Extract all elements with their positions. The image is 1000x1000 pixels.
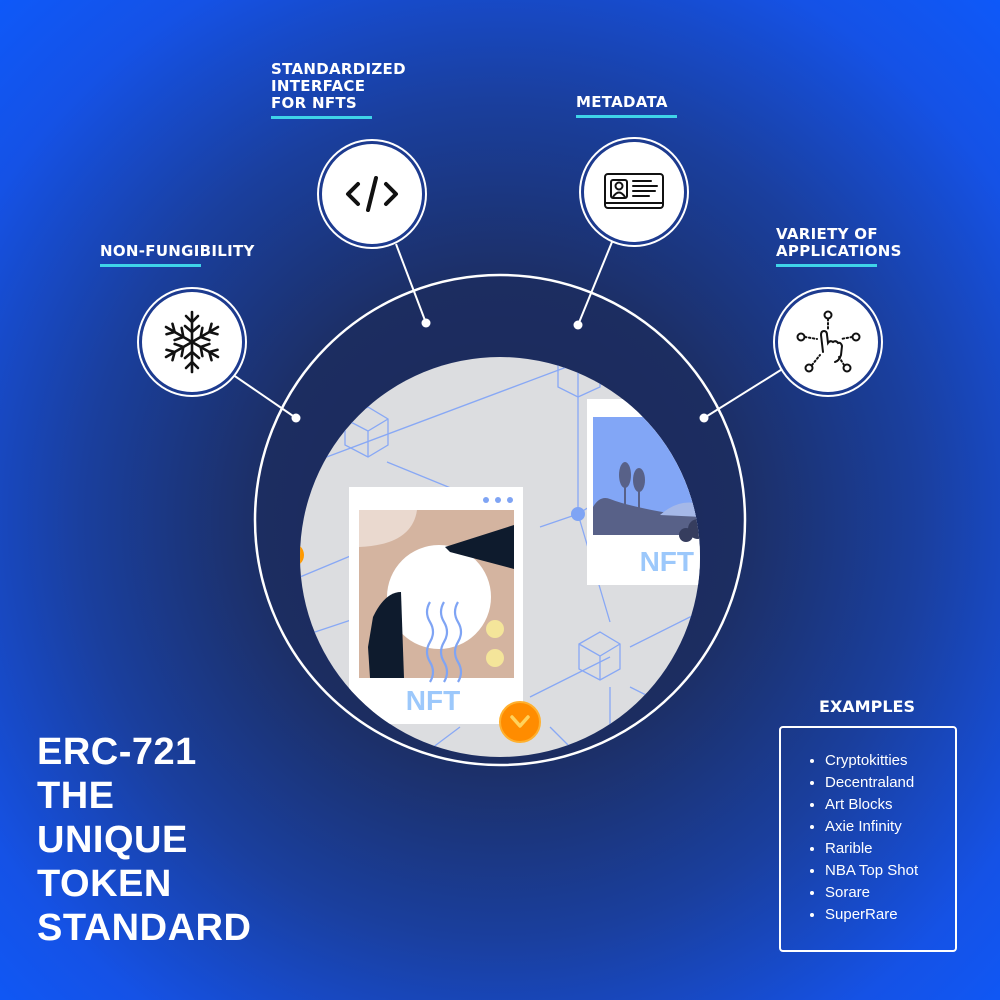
feature-label-line: INTERFACE [271,77,366,95]
feature-label-text: NON-FUNGIBILITY [100,242,255,260]
connector-line-variety [703,367,785,419]
blockchain-network-illustration: NFT NFT [300,357,700,757]
standardized-interface-badge [322,144,422,244]
examples-box: Cryptokitties Decentraland Art Blocks Ax… [779,726,957,952]
feature-label-line: APPLICATIONS [776,242,902,260]
examples-list: Cryptokitties Decentraland Art Blocks Ax… [781,750,955,926]
example-item: Art Blocks [825,794,955,816]
nft-card-label: NFT [640,546,694,577]
title-line: TOKEN [37,863,172,905]
example-item: Cryptokitties [825,750,955,772]
nft-illustration: NFT NFT [300,357,700,757]
feature-label-line: VARIETY OF [776,225,878,243]
feature-label-metadata: METADATA [576,94,677,118]
metadata-badge [584,142,684,242]
examples-heading: EXAMPLES [819,697,915,716]
coin-icon [300,546,304,564]
feature-label-text: METADATA [576,93,668,111]
page-title: ERC-721 THE UNIQUE TOKEN STANDARD [37,730,251,950]
title-line: ERC-721 [37,731,197,773]
non-fungibility-badge [142,292,242,392]
snowflake-icon [161,310,223,374]
example-item: Axie Infinity [825,816,955,838]
connector-node [291,413,301,423]
title-line: UNIQUE [37,819,188,861]
feature-label-variety: VARIETY OF APPLICATIONS [776,226,902,267]
example-item: Sorare [825,882,955,904]
label-underline [576,115,677,118]
code-icon [346,176,398,212]
feature-label-standardized-interface: STANDARDIZED INTERFACE FOR NFTS [271,61,406,119]
example-item: SuperRare [825,904,955,926]
title-line: STANDARD [37,907,252,949]
connector-node [573,320,583,330]
verified-coin-icon [499,701,541,743]
label-underline [100,264,201,267]
connector-node [421,318,431,328]
feature-label-non-fungibility: NON-FUNGIBILITY [100,243,255,267]
id-card-icon [604,173,664,209]
example-item: Rarible [825,838,955,860]
feature-label-line: FOR NFTS [271,94,358,112]
network-node [571,507,585,521]
connector-line-non-fungibility [225,369,297,419]
nft-card-label: NFT [406,685,460,716]
variety-applications-badge [778,292,878,392]
title-line: THE [37,775,115,817]
touch-network-icon [796,310,861,373]
example-item: NBA Top Shot [825,860,955,882]
feature-label-line: STANDARDIZED [271,60,406,78]
example-item: Decentraland [825,772,955,794]
label-underline [776,264,877,267]
connector-node [699,413,709,423]
label-underline [271,116,372,119]
